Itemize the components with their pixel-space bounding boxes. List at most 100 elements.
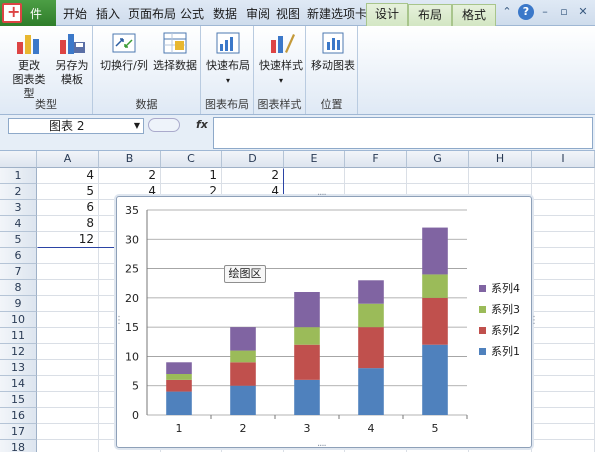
legend-item-系列3[interactable]: 系列3	[479, 304, 520, 325]
row-header-5[interactable]: 5	[0, 232, 37, 248]
minimize-icon[interactable]: –	[537, 4, 553, 20]
switch-row-column-button[interactable]: 切换行/列	[99, 30, 149, 73]
cell-A18[interactable]	[37, 440, 99, 452]
row-header-15[interactable]: 15	[0, 392, 37, 408]
row-header-12[interactable]: 12	[0, 344, 37, 360]
cell-I12[interactable]	[532, 344, 595, 360]
row-header-9[interactable]: 9	[0, 296, 37, 312]
cell-H1[interactable]	[469, 168, 532, 184]
tab-format[interactable]: 格式	[452, 4, 496, 26]
help-icon[interactable]: ?	[518, 4, 534, 20]
column-header-H[interactable]: H	[469, 151, 532, 168]
formula-expand-handle[interactable]	[148, 118, 180, 132]
close-icon[interactable]: ✕	[575, 4, 591, 20]
cell-I2[interactable]	[532, 184, 595, 200]
select-all-corner[interactable]	[0, 151, 37, 168]
file-tab[interactable]: 件	[0, 0, 56, 26]
cell-A13[interactable]	[37, 360, 99, 376]
bar-系列4-2[interactable]	[230, 327, 256, 351]
cell-A12[interactable]	[37, 344, 99, 360]
bar-系列3-2[interactable]	[230, 350, 256, 363]
quick-style-button[interactable]: 快速样式 ▾	[256, 30, 306, 88]
chart-resize-handle-top[interactable]: ····	[317, 190, 327, 201]
cell-I15[interactable]	[532, 392, 595, 408]
tab-layout[interactable]: 布局	[408, 4, 452, 26]
cell-A17[interactable]	[37, 424, 99, 440]
column-header-F[interactable]: F	[345, 151, 407, 168]
bar-系列1-3[interactable]	[294, 379, 320, 415]
bar-系列1-5[interactable]	[422, 344, 448, 415]
column-header-E[interactable]: E	[284, 151, 345, 168]
insert-function-icon[interactable]: fx	[196, 118, 208, 131]
cell-A8[interactable]	[37, 280, 99, 296]
cell-I17[interactable]	[532, 424, 595, 440]
cell-A10[interactable]	[37, 312, 99, 328]
quick-layout-button[interactable]: 快速布局 ▾	[203, 30, 253, 88]
row-header-11[interactable]: 11	[0, 328, 37, 344]
chart-legend[interactable]: 系列4 系列3 系列2 系列1	[479, 283, 520, 367]
row-header-1[interactable]: 1	[0, 168, 37, 184]
row-header-17[interactable]: 17	[0, 424, 37, 440]
cell-I14[interactable]	[532, 376, 595, 392]
cell-G1[interactable]	[407, 168, 469, 184]
cell-I3[interactable]	[532, 200, 595, 216]
worksheet-grid[interactable]: ABCDEFGHI 1 2 3 4 5 6 7 8 9 10 11 12 13 14 15 16 17 18 42…	[0, 151, 595, 452]
column-header-D[interactable]: D	[222, 151, 284, 168]
bar-系列1-1[interactable]	[166, 391, 192, 415]
cell-A14[interactable]	[37, 376, 99, 392]
cell-I1[interactable]	[532, 168, 595, 184]
bar-系列3-1[interactable]	[166, 374, 192, 380]
tab-formulas[interactable]: 公式	[177, 4, 207, 26]
column-header-G[interactable]: G	[407, 151, 469, 168]
row-header-14[interactable]: 14	[0, 376, 37, 392]
cell-I9[interactable]	[532, 296, 595, 312]
cell-I18[interactable]	[532, 440, 595, 452]
move-chart-button[interactable]: 移动图表	[308, 30, 358, 73]
row-header-6[interactable]: 6	[0, 248, 37, 264]
cell-E1[interactable]	[284, 168, 345, 184]
bar-系列2-1[interactable]	[166, 379, 192, 392]
restore-icon[interactable]: ▫	[556, 4, 572, 20]
bar-系列4-4[interactable]	[358, 280, 384, 304]
column-header-I[interactable]: I	[532, 151, 595, 168]
row-header-2[interactable]: 2	[0, 184, 37, 200]
cell-I16[interactable]	[532, 408, 595, 424]
bar-系列4-3[interactable]	[294, 292, 320, 328]
bar-系列2-5[interactable]	[422, 297, 448, 345]
chart-resize-handle-left[interactable]: ⋮	[114, 315, 124, 326]
tab-data[interactable]: 数据	[210, 4, 240, 26]
chart-plot[interactable]: 0 5 10 15 20 25 30 35 1 2 3 4 5	[117, 197, 533, 449]
cell-A15[interactable]	[37, 392, 99, 408]
cell-A9[interactable]	[37, 296, 99, 312]
name-box[interactable]: 图表 2 ▼	[8, 118, 144, 134]
chart-resize-handle-right[interactable]: ⋮	[529, 315, 539, 326]
tab-page-layout[interactable]: 页面布局	[125, 4, 179, 26]
cell-I10[interactable]	[532, 312, 595, 328]
cell-A7[interactable]	[37, 264, 99, 280]
cell-I5[interactable]	[532, 232, 595, 248]
cell-A16[interactable]	[37, 408, 99, 424]
save-as-template-button[interactable]: 另存为 模板	[52, 30, 92, 87]
row-header-13[interactable]: 13	[0, 360, 37, 376]
formula-input[interactable]	[213, 117, 593, 149]
tab-review[interactable]: 审阅	[243, 4, 273, 26]
chart-area[interactable]: 0 5 10 15 20 25 30 35 1 2 3 4 5 绘图区 系列4 系列3 系列2 系列1 ···…	[114, 190, 539, 452]
legend-item-系列4[interactable]: 系列4	[479, 283, 520, 304]
chart-resize-handle-bottom[interactable]: ····	[317, 441, 327, 452]
legend-item-系列2[interactable]: 系列2	[479, 325, 520, 346]
column-header-C[interactable]: C	[161, 151, 222, 168]
tab-view[interactable]: 视图	[273, 4, 303, 26]
tab-insert[interactable]: 插入	[93, 4, 123, 26]
bar-系列3-5[interactable]	[422, 274, 448, 298]
bar-系列2-3[interactable]	[294, 344, 320, 380]
cell-I11[interactable]	[532, 328, 595, 344]
cell-I7[interactable]	[532, 264, 595, 280]
tab-design[interactable]: 设计	[366, 3, 408, 27]
cell-A6[interactable]	[37, 248, 99, 264]
tab-new[interactable]: 新建选项卡	[304, 4, 370, 26]
bar-系列1-4[interactable]	[358, 368, 384, 415]
row-header-16[interactable]: 16	[0, 408, 37, 424]
row-header-10[interactable]: 10	[0, 312, 37, 328]
row-header-18[interactable]: 18	[0, 440, 37, 452]
select-data-button[interactable]: 选择数据	[151, 30, 199, 73]
